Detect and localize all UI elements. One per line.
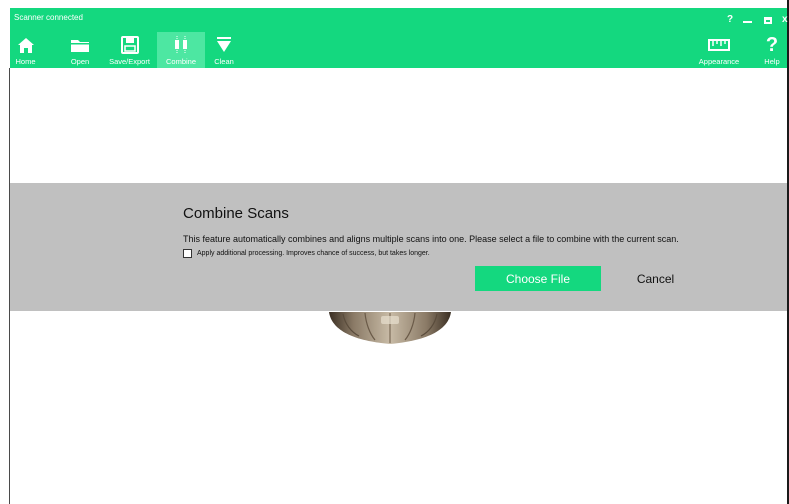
choose-file-button[interactable]: Choose File (475, 266, 601, 291)
folder-icon (69, 35, 91, 55)
filter-icon (213, 35, 235, 55)
help-icon: ? (761, 35, 783, 55)
window-left-margin (0, 0, 9, 504)
app-toolbar: Scanner connected ? x Home Open Save/Exp… (10, 8, 788, 68)
toolbar-clean-button[interactable]: Clean (209, 32, 239, 68)
ruler-icon (708, 35, 730, 55)
toolbar-save-export-label: Save/Export (109, 57, 150, 66)
additional-processing-checkbox[interactable] (183, 249, 192, 258)
window-close-button[interactable]: x (782, 14, 788, 26)
toolbar-clean-label: Clean (214, 57, 234, 66)
additional-processing-label[interactable]: Apply additional processing. Improves ch… (197, 250, 430, 257)
toolbar-save-export-button[interactable]: Save/Export (103, 32, 156, 68)
window-help-button[interactable]: ? (727, 14, 733, 26)
combine-icon (170, 35, 192, 55)
cancel-button[interactable]: Cancel (601, 266, 710, 291)
dialog-title: Combine Scans (183, 205, 289, 222)
toolbar-home-label: Home (15, 57, 36, 66)
toolbar-appearance-label: Appearance (698, 57, 740, 66)
combine-scans-dialog: Combine Scans This feature automatically… (10, 183, 787, 311)
toolbar-open-button[interactable]: Open (65, 32, 95, 68)
dialog-description: This feature automatically combines and … (183, 234, 679, 244)
toolbar-open-label: Open (70, 57, 90, 66)
toolbar-help-button[interactable]: ? Help (761, 32, 783, 68)
additional-processing-option[interactable]: Apply additional processing. Improves ch… (183, 249, 430, 258)
scanner-status: Scanner connected (14, 13, 83, 22)
save-icon (119, 35, 141, 55)
window-maximize-button[interactable] (764, 17, 772, 24)
window-minimize-button[interactable] (743, 21, 752, 23)
home-icon (15, 35, 37, 55)
scan-model (325, 310, 455, 346)
toolbar-combine-button[interactable]: Combine (157, 32, 205, 68)
toolbar-home-button[interactable]: Home (10, 32, 41, 68)
help-glyph: ? (765, 34, 779, 56)
toolbar-appearance-button[interactable]: Appearance (694, 32, 744, 68)
toolbar-combine-label: Combine (165, 57, 196, 66)
toolbar-help-label: Help (764, 57, 780, 66)
